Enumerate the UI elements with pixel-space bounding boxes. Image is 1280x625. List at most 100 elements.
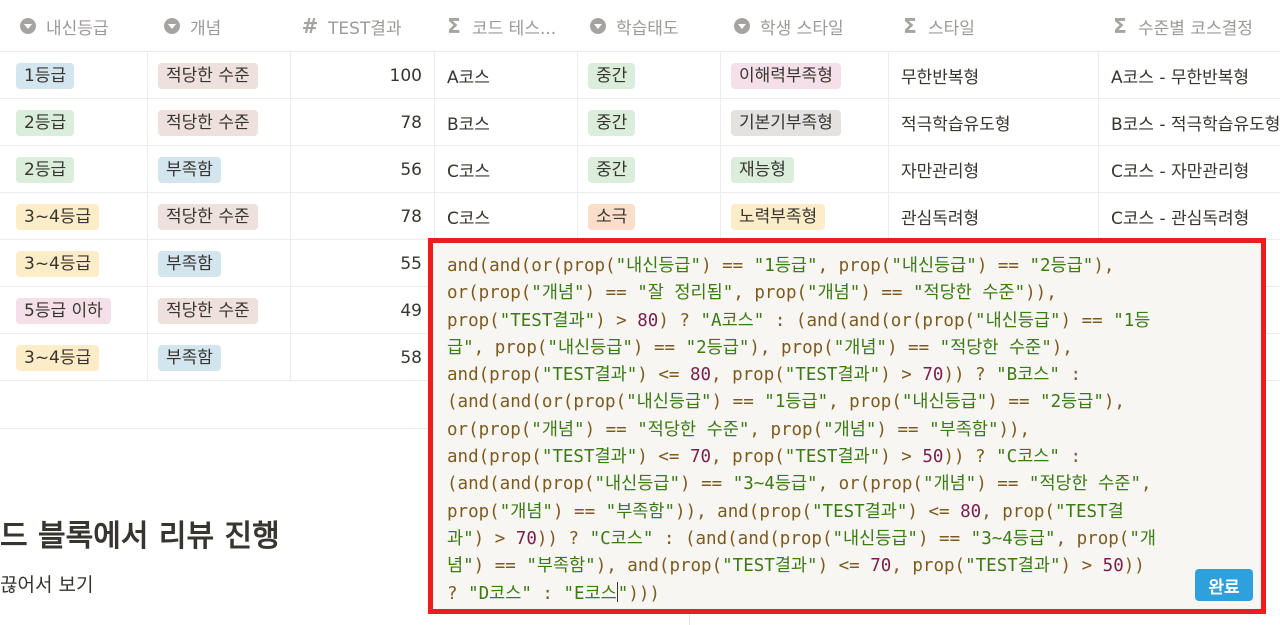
table-cell-concept[interactable]: 적당한 수준 xyxy=(148,52,291,99)
table-cell-course[interactable]: A코스 - 무한반복형 xyxy=(1099,52,1280,99)
table-cell-test[interactable]: 56 xyxy=(291,146,435,193)
done-button[interactable]: 완료 xyxy=(1195,569,1253,601)
column-header[interactable]: Σ 스타일 xyxy=(902,0,975,52)
table-row[interactable]: 1등급 적당한 수준 100 A코스 중간 이해력부족형 무한반복형 A코스 - 무한반복형 xyxy=(0,52,1280,99)
table-cell-code[interactable]: A코스 xyxy=(435,52,578,99)
table-cell-test[interactable]: 55 xyxy=(291,240,435,287)
column-header[interactable]: # TEST결과 xyxy=(302,0,402,52)
table-cell-student-style[interactable]: 노력부족형 xyxy=(721,193,889,240)
formula-line: (and(and(prop("내신등급") == "3~4등급", or(pro… xyxy=(447,471,1251,498)
table-cell-concept[interactable]: 적당한 수준 xyxy=(148,99,291,146)
table-cell-course[interactable]: B코스 - 적극학습유도형 xyxy=(1099,99,1280,146)
formula-token: ) == xyxy=(917,528,971,549)
formula-token: ))) xyxy=(628,583,660,604)
table-cell-course[interactable]: C코스 - 자만관리형 xyxy=(1099,146,1280,193)
formula-token: "개념" xyxy=(823,419,877,440)
table-cell-grade[interactable]: 3~4등급 xyxy=(0,334,148,381)
formula-token: "부족함" xyxy=(605,501,676,522)
formula-token: "A코스" xyxy=(700,310,765,331)
table-cell-concept[interactable]: 적당한 수준 xyxy=(148,287,291,334)
cell-value: C코스 xyxy=(447,209,491,229)
tag: 3~4등급 xyxy=(16,344,100,371)
formula-token: "E코스 xyxy=(563,583,617,604)
column-header-label: 스타일 xyxy=(928,18,975,39)
formula-token: "C코스" xyxy=(996,447,1060,468)
table-cell-grade[interactable]: 5등급 이하 xyxy=(0,287,148,334)
table-row[interactable]: 2등급 부족함 56 C코스 중간 재능형 자만관리형 C코스 - 자만관리형 xyxy=(0,146,1280,193)
formula-token: and(and(or(prop( xyxy=(447,256,616,276)
table-cell-grade[interactable]: 3~4등급 xyxy=(0,240,148,287)
formula-editor[interactable]: and(and(or(prop("내신등급") == "1등급", prop("… xyxy=(428,238,1266,614)
table-cell-grade[interactable]: 2등급 xyxy=(0,99,148,146)
formula-token: "적당한 수준" xyxy=(637,419,750,440)
formula-token: 과" xyxy=(447,528,474,549)
table-cell-attitude[interactable]: 중간 xyxy=(578,99,721,146)
table-cell-style[interactable]: 무한반복형 xyxy=(889,52,1099,99)
tag: 중간 xyxy=(588,62,636,89)
formula-token: ) == xyxy=(1060,310,1114,331)
table-cell-style[interactable]: 관심독려형 xyxy=(889,193,1099,240)
table-cell-student-style[interactable]: 기본기부족형 xyxy=(721,99,889,146)
column-header[interactable]: Σ 수준별 코스결정 xyxy=(1112,0,1253,52)
table-cell-grade[interactable]: 2등급 xyxy=(0,146,148,193)
page-heading: 드 블록에서 리뷰 진행 xyxy=(0,519,280,554)
table-cell-style[interactable]: 적극학습유도형 xyxy=(889,99,1099,146)
column-header[interactable]: 학생 스타일 xyxy=(734,0,844,52)
column-header[interactable]: Σ 코드 테스... xyxy=(446,0,556,52)
formula-token: "TEST결과" xyxy=(784,365,881,386)
table-cell-grade[interactable]: 3~4등급 xyxy=(0,193,148,240)
formula-input[interactable]: and(and(or(prop("내신등급") == "1등급", prop("… xyxy=(447,253,1251,608)
formula-token: "개념" xyxy=(922,474,977,495)
table-cell-code[interactable]: B코스 xyxy=(435,99,578,146)
sigma-icon: Σ xyxy=(1113,14,1127,38)
table-row[interactable]: 3~4등급 적당한 수준 78 C코스 소극 노력부족형 관심독려형 C코스 - 관심독려형 xyxy=(0,193,1280,240)
formula-token: , prop( xyxy=(981,501,1055,522)
formula-line: or(prop("개념") == "적당한 수준", prop("개념") ==… xyxy=(447,417,1251,444)
table-cell-attitude[interactable]: 소극 xyxy=(578,193,721,240)
formula-token: (and(and(prop( xyxy=(447,474,595,495)
formula-token: "내신등급" xyxy=(547,337,633,358)
tag: 3~4등급 xyxy=(16,250,100,277)
column-header[interactable]: 학습태도 xyxy=(590,0,679,52)
formula-token: ), xyxy=(1093,256,1115,276)
table-cell-code[interactable]: C코스 xyxy=(435,146,578,193)
formula-token: "B코스" xyxy=(996,365,1060,386)
table-cell-concept[interactable]: 부족함 xyxy=(148,240,291,287)
divider xyxy=(0,428,430,429)
formula-token: "개념" xyxy=(499,501,553,522)
table-cell-concept[interactable]: 부족함 xyxy=(148,334,291,381)
table-cell-student-style[interactable]: 이해력부족형 xyxy=(721,52,889,99)
table-row[interactable]: 2등급 적당한 수준 78 B코스 중간 기본기부족형 적극학습유도형 B코스 - 적극학습유… xyxy=(0,99,1280,146)
formula-token: "TEST결과" xyxy=(541,447,638,468)
select-icon xyxy=(164,18,180,34)
table-cell-test[interactable]: 78 xyxy=(291,193,435,240)
table-cell-test[interactable]: 49 xyxy=(291,287,435,334)
table-cell-code[interactable]: C코스 xyxy=(435,193,578,240)
column-header[interactable]: 개념 xyxy=(164,0,221,52)
table-cell-grade[interactable]: 1등급 xyxy=(0,52,148,99)
formula-token: ) > xyxy=(595,310,638,331)
table-cell-test[interactable]: 100 xyxy=(291,52,435,99)
formula-token: "내신등급" xyxy=(594,474,680,495)
table-cell-test[interactable]: 78 xyxy=(291,99,435,146)
table-cell-course[interactable]: C코스 - 관심독려형 xyxy=(1099,193,1280,240)
formula-token: ) == xyxy=(584,419,638,440)
formula-token: "1등급" xyxy=(753,256,818,276)
table-cell-style[interactable]: 자만관리형 xyxy=(889,146,1099,193)
table-cell-test[interactable]: 58 xyxy=(291,334,435,381)
table-cell-concept[interactable]: 적당한 수준 xyxy=(148,193,291,240)
table-cell-student-style[interactable]: 재능형 xyxy=(721,146,889,193)
cell-value: 관심독려형 xyxy=(901,209,980,229)
table-cell-concept[interactable]: 부족함 xyxy=(148,146,291,193)
cell-value: 78 xyxy=(400,206,422,227)
formula-token: )) xyxy=(1123,556,1145,577)
formula-token: "개념" xyxy=(531,283,585,304)
formula-token: : xyxy=(531,583,564,604)
table-cell-attitude[interactable]: 중간 xyxy=(578,146,721,193)
formula-token: and(prop( xyxy=(447,447,542,468)
formula-token: prop( xyxy=(447,310,500,331)
column-header[interactable]: 내신등급 xyxy=(20,0,109,52)
cell-value: 무한반복형 xyxy=(901,68,980,88)
sigma-icon: Σ xyxy=(447,14,461,38)
table-cell-attitude[interactable]: 중간 xyxy=(578,52,721,99)
